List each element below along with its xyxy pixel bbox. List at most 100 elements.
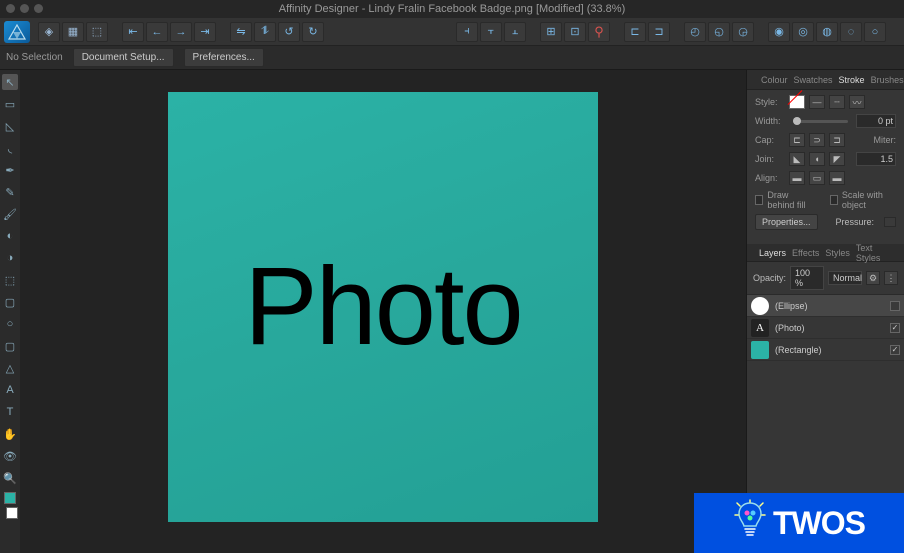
- ellipse-tool[interactable]: ○: [2, 316, 18, 332]
- stroke-style-none[interactable]: [789, 95, 805, 109]
- node-tool[interactable]: ◺: [2, 118, 18, 134]
- canvas[interactable]: Photo: [20, 70, 746, 553]
- maximize-window-button[interactable]: [34, 4, 43, 13]
- tab-text-styles[interactable]: Text Styles: [856, 243, 898, 263]
- stroke-style-solid[interactable]: —: [809, 95, 825, 109]
- tab-brushes[interactable]: Brushes: [871, 75, 904, 85]
- align-outside[interactable]: ▬: [829, 171, 845, 185]
- artboard[interactable]: Photo: [168, 92, 598, 522]
- triangle-tool[interactable]: △: [2, 360, 18, 376]
- persona-export-button[interactable]: ⬚: [86, 22, 108, 42]
- layer-item-photo[interactable]: A (Photo) ✓: [747, 317, 904, 339]
- scale-checkbox[interactable]: [830, 195, 838, 205]
- arrange-backward-button[interactable]: ←: [146, 22, 168, 42]
- unlock-button[interactable]: ⊐: [648, 22, 670, 42]
- arrange-front-button[interactable]: ⇥: [194, 22, 216, 42]
- arrange-back-button[interactable]: ⇤: [122, 22, 144, 42]
- align-center-button[interactable]: ⫟: [480, 22, 502, 42]
- tab-effects[interactable]: Effects: [792, 248, 819, 258]
- tab-layers[interactable]: Layers: [759, 248, 786, 258]
- close-window-button[interactable]: [6, 4, 15, 13]
- lock-button[interactable]: ⊏: [624, 22, 646, 42]
- align-label: Align:: [755, 173, 785, 183]
- stroke-style-dash[interactable]: ┄: [829, 95, 845, 109]
- app-icon[interactable]: [4, 21, 30, 43]
- boolean-add-button[interactable]: ◉: [768, 22, 790, 42]
- width-slider[interactable]: [793, 120, 848, 123]
- layer-visibility-checkbox[interactable]: ✓: [890, 323, 900, 333]
- crop-tool[interactable]: ⬚: [2, 272, 18, 288]
- blend-mode-dropdown[interactable]: Normal: [828, 271, 862, 285]
- subtract-curve-button[interactable]: ◶: [732, 22, 754, 42]
- flip-horizontal-button[interactable]: ⇋: [230, 22, 252, 42]
- document-setup-button[interactable]: Document Setup...: [73, 48, 174, 67]
- boolean-combine-button[interactable]: ○: [864, 22, 886, 42]
- arrange-forward-button[interactable]: →: [170, 22, 192, 42]
- width-field[interactable]: [856, 114, 896, 128]
- layer-options-icon[interactable]: ⚙: [866, 271, 880, 285]
- magnet-snap-button[interactable]: ⚲: [588, 22, 610, 42]
- boolean-subtract-button[interactable]: ◎: [792, 22, 814, 42]
- move-tool[interactable]: ↖: [2, 74, 18, 90]
- canvas-text-layer[interactable]: Photo: [244, 243, 521, 370]
- tab-colour[interactable]: Colour: [761, 75, 788, 85]
- join-bevel[interactable]: ◤: [829, 152, 845, 166]
- align-right-button[interactable]: ⫠: [504, 22, 526, 42]
- boolean-intersect-button[interactable]: ◍: [816, 22, 838, 42]
- text-tool[interactable]: A: [2, 382, 18, 398]
- rectangle-tool[interactable]: ▢: [2, 294, 18, 310]
- properties-button[interactable]: Properties...: [755, 214, 818, 230]
- align-center[interactable]: ▬: [789, 171, 805, 185]
- color-panel-tabs: Colour Swatches Stroke Brushes: [747, 70, 904, 90]
- align-left-button[interactable]: ⫞: [456, 22, 478, 42]
- pencil-tool[interactable]: ✎: [2, 184, 18, 200]
- persona-designer-button[interactable]: ◈: [38, 22, 60, 42]
- pressure-curve[interactable]: [884, 217, 896, 227]
- corner-tool-button[interactable]: ◴: [684, 22, 706, 42]
- rotate-cw-button[interactable]: ↻: [302, 22, 324, 42]
- tab-swatches[interactable]: Swatches: [794, 75, 833, 85]
- persona-pixel-button[interactable]: ▦: [62, 22, 84, 42]
- layer-item-rectangle[interactable]: (Rectangle) ✓: [747, 339, 904, 361]
- miter-field[interactable]: [856, 152, 896, 166]
- layer-name: (Rectangle): [775, 345, 884, 355]
- tab-stroke[interactable]: Stroke: [839, 75, 865, 85]
- tab-styles[interactable]: Styles: [825, 248, 850, 258]
- frame-text-tool[interactable]: T: [2, 404, 18, 420]
- color-swatch-bg[interactable]: [6, 507, 18, 519]
- transparency-tool[interactable]: ◑: [2, 250, 18, 266]
- flip-vertical-button[interactable]: ⥮: [254, 22, 276, 42]
- snap-toggle-button[interactable]: ⊡: [564, 22, 586, 42]
- picker-tool[interactable]: ✋: [2, 426, 18, 442]
- draw-behind-checkbox[interactable]: [755, 195, 763, 205]
- cap-round[interactable]: ⊃: [809, 133, 825, 147]
- join-miter[interactable]: ◣: [789, 152, 805, 166]
- tools-panel: ↖ ▭ ◺ ◟ ✒ ✎ 🖌 ◐ ◑ ⬚ ▢ ○ ▢ △ A T ✋ 👁 🔍: [0, 70, 20, 553]
- fill-tool[interactable]: ◐: [2, 228, 18, 244]
- corner-tool[interactable]: ◟: [2, 140, 18, 156]
- add-curve-button[interactable]: ◵: [708, 22, 730, 42]
- cap-square[interactable]: ⊐: [829, 133, 845, 147]
- layer-item-ellipse[interactable]: (Ellipse): [747, 295, 904, 317]
- zoom-tool[interactable]: 🔍: [2, 470, 18, 486]
- rotate-ccw-button[interactable]: ↺: [278, 22, 300, 42]
- opacity-dropdown[interactable]: 100 %: [790, 266, 824, 290]
- brush-tool[interactable]: 🖌: [2, 206, 18, 222]
- view-tool[interactable]: 👁: [2, 448, 18, 464]
- preferences-button[interactable]: Preferences...: [184, 48, 264, 67]
- layer-visibility-checkbox[interactable]: ✓: [890, 345, 900, 355]
- minimize-window-button[interactable]: [20, 4, 29, 13]
- join-round[interactable]: ◖: [809, 152, 825, 166]
- align-inside[interactable]: ▭: [809, 171, 825, 185]
- layer-visibility-checkbox[interactable]: [890, 301, 900, 311]
- pen-tool[interactable]: ✒: [2, 162, 18, 178]
- artboard-tool[interactable]: ▭: [2, 96, 18, 112]
- color-swatch-fg[interactable]: [4, 492, 16, 504]
- stroke-style-brush[interactable]: 〰: [849, 95, 865, 109]
- snap-grid-button[interactable]: ⊞: [540, 22, 562, 42]
- layer-more-icon[interactable]: ⋮: [884, 271, 898, 285]
- rounded-rect-tool[interactable]: ▢: [2, 338, 18, 354]
- layers-panel-tabs: Layers Effects Styles Text Styles: [747, 244, 904, 262]
- boolean-divide-button[interactable]: ◌: [840, 22, 862, 42]
- cap-butt[interactable]: ⊏: [789, 133, 805, 147]
